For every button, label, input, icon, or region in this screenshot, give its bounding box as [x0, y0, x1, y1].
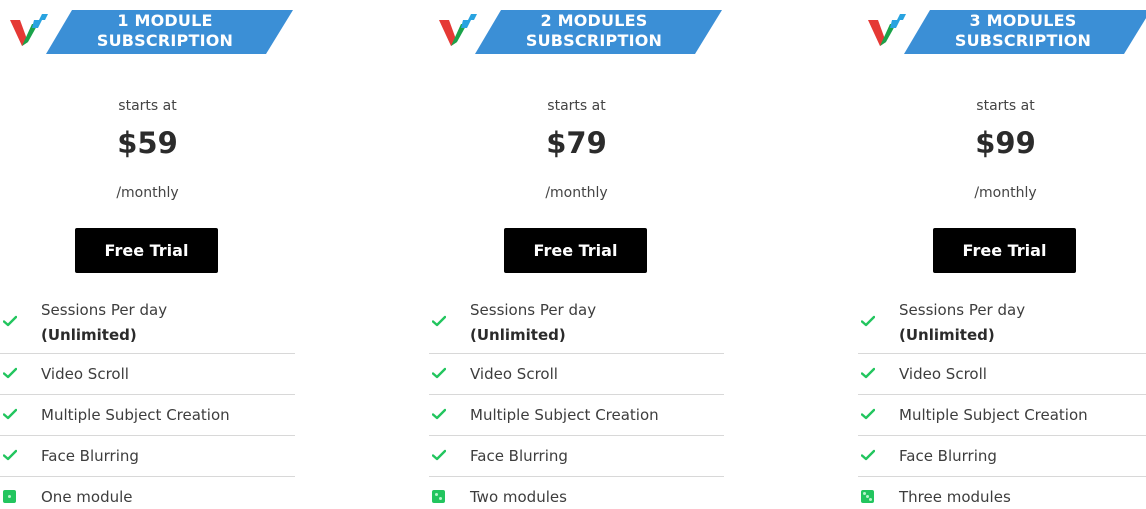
feature-item-modules: Two modules	[429, 477, 724, 509]
price: $59	[117, 126, 178, 160]
billing-period: /monthly	[545, 185, 608, 201]
check-icon	[3, 315, 17, 327]
plan-title: 3 MODULES SUBSCRIPTION	[954, 11, 1092, 50]
starts-at-label: starts at	[547, 98, 606, 114]
feature-label: Multiple Subject Creation	[470, 406, 659, 424]
check-icon	[3, 408, 17, 420]
billing-period: /monthly	[974, 185, 1037, 201]
feature-item-multiple-subject: Multiple Subject Creation	[0, 395, 295, 436]
feature-item-face-blurring: Face Blurring	[0, 436, 295, 477]
feature-label: Multiple Subject Creation	[41, 406, 230, 424]
dice-icon	[861, 490, 874, 503]
check-icon	[432, 449, 446, 461]
plan-header: 1 MODULE SUBSCRIPTION	[8, 10, 293, 54]
feature-label: Face Blurring	[899, 447, 997, 465]
feature-item-modules: Three modules	[858, 477, 1146, 509]
feature-item-multiple-subject: Multiple Subject Creation	[429, 395, 724, 436]
feature-label: Face Blurring	[41, 447, 139, 465]
check-icon	[861, 408, 875, 420]
brand-logo	[439, 14, 477, 46]
feature-label: Multiple Subject Creation	[899, 406, 1088, 424]
check-icon	[861, 449, 875, 461]
plan-title: 1 MODULE SUBSCRIPTION	[96, 11, 234, 50]
feature-item-sessions: Sessions Per day (Unlimited)	[429, 292, 724, 354]
feature-item-video-scroll: Video Scroll	[0, 354, 295, 395]
free-trial-button[interactable]: Free Trial	[933, 228, 1076, 273]
feature-label: Sessions Per day (Unlimited)	[899, 301, 1026, 344]
feature-item-face-blurring: Face Blurring	[858, 436, 1146, 477]
feature-label: Sessions Per day (Unlimited)	[41, 301, 168, 344]
feature-label: Three modules	[899, 488, 1011, 506]
check-icon	[432, 367, 446, 379]
feature-item-modules: One module	[0, 477, 295, 509]
check-icon	[3, 449, 17, 461]
feature-item-sessions: Sessions Per day (Unlimited)	[0, 292, 295, 354]
check-icon	[861, 367, 875, 379]
feature-label: One module	[41, 488, 133, 506]
feature-item-video-scroll: Video Scroll	[858, 354, 1146, 395]
dice-icon	[3, 490, 16, 503]
free-trial-button[interactable]: Free Trial	[75, 228, 218, 273]
free-trial-button[interactable]: Free Trial	[504, 228, 647, 273]
plan-header: 3 MODULES SUBSCRIPTION	[866, 10, 1146, 54]
feature-label: Sessions Per day (Unlimited)	[470, 301, 597, 344]
check-icon	[432, 315, 446, 327]
starts-at-label: starts at	[976, 98, 1035, 114]
feature-label: Face Blurring	[470, 447, 568, 465]
check-icon	[861, 315, 875, 327]
feature-list: Sessions Per day (Unlimited) Video Scroll…	[858, 292, 1146, 509]
feature-list: Sessions Per day (Unlimited) Video Scroll…	[0, 292, 295, 509]
feature-label: Video Scroll	[41, 365, 129, 383]
feature-item-video-scroll: Video Scroll	[429, 354, 724, 395]
feature-list: Sessions Per day (Unlimited) Video Scroll…	[429, 292, 724, 509]
feature-item-multiple-subject: Multiple Subject Creation	[858, 395, 1146, 436]
brand-logo	[868, 14, 906, 46]
plan-header: 2 MODULES SUBSCRIPTION	[437, 10, 722, 54]
brand-logo	[10, 14, 48, 46]
price: $79	[546, 126, 607, 160]
pricing-card-3-modules: 3 MODULES SUBSCRIPTION starts at $99 /mo…	[858, 0, 1146, 509]
feature-label: Two modules	[470, 488, 567, 506]
pricing-card-2-modules: 2 MODULES SUBSCRIPTION starts at $79 /mo…	[429, 0, 724, 509]
feature-label: Video Scroll	[899, 365, 987, 383]
feature-item-sessions: Sessions Per day (Unlimited)	[858, 292, 1146, 354]
dice-icon	[432, 490, 445, 503]
pricing-card-1-module: 1 MODULE SUBSCRIPTION starts at $59 /mon…	[0, 0, 295, 509]
check-icon	[3, 367, 17, 379]
starts-at-label: starts at	[118, 98, 177, 114]
feature-item-face-blurring: Face Blurring	[429, 436, 724, 477]
plan-title: 2 MODULES SUBSCRIPTION	[525, 11, 663, 50]
feature-label: Video Scroll	[470, 365, 558, 383]
price: $99	[975, 126, 1036, 160]
check-icon	[432, 408, 446, 420]
billing-period: /monthly	[116, 185, 179, 201]
